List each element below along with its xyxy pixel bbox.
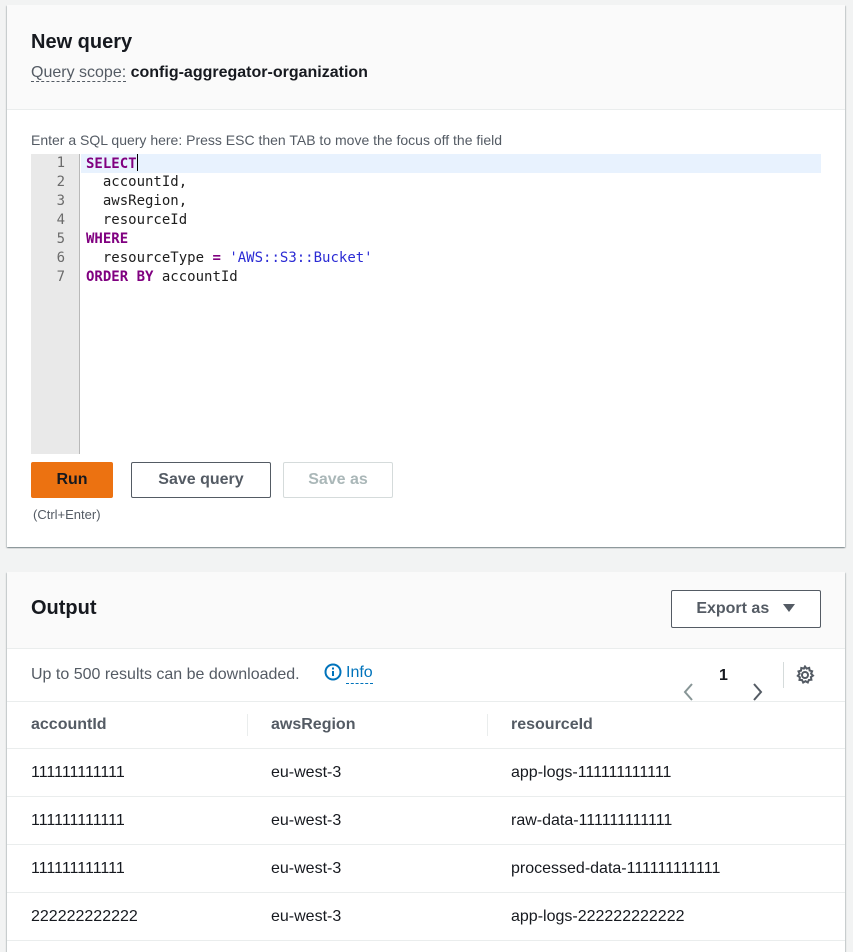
save-as-button: Save as (283, 462, 393, 498)
table-header-row: accountId awsRegion resourceId (7, 702, 845, 749)
gear-icon[interactable] (795, 665, 815, 685)
sql-keyword: SELECT (86, 156, 137, 172)
text-caret (136, 154, 138, 171)
code-line[interactable]: 2 accountId, (31, 173, 821, 192)
table-row: 111111111111 eu-west-3 raw-data-11111111… (7, 796, 845, 845)
query-scope-value: config-aggregator-organization (130, 64, 368, 81)
code-text: awsRegion, (86, 193, 188, 209)
code-text: accountId (153, 269, 238, 285)
run-button[interactable]: Run (31, 462, 113, 498)
download-limit-note: Up to 500 results can be downloaded. (31, 666, 300, 683)
query-panel: New query Query scope: config-aggregator… (7, 5, 845, 547)
sql-editor[interactable]: 1 SELECT 2 accountId, 3 awsRegion, 4 res… (31, 154, 821, 454)
sql-keyword: WHERE (86, 231, 129, 247)
cell-account-id: 111111111111 (7, 748, 247, 797)
cell-resource-id: raw-data-111111111111 (487, 796, 845, 845)
code-text: resourceId (86, 212, 188, 228)
line-number: 5 (56, 231, 65, 247)
code-line[interactable]: 6 resourceType = 'AWS::S3::Bucket' (31, 249, 821, 268)
table-row: 111111111111 eu-west-3 app-logs-11111111… (7, 748, 845, 797)
line-number: 4 (56, 212, 65, 228)
query-scope: Query scope: config-aggregator-organizat… (31, 64, 368, 82)
info-label: Info (346, 664, 373, 684)
cell-aws-region: eu-west-3 (247, 892, 487, 941)
current-page-number[interactable]: 1 (719, 667, 728, 685)
sql-string: 'AWS::S3::Bucket' (229, 250, 373, 266)
cell-resource-id: processed-data-111111111111 (487, 844, 845, 893)
code-line[interactable]: 1 SELECT (31, 154, 821, 173)
code-line[interactable]: 7 ORDER BY accountId (31, 268, 821, 287)
sql-operator: = (212, 250, 221, 266)
sql-keyword: ORDER BY (86, 269, 154, 285)
code-line[interactable]: 4 resourceId (31, 211, 821, 230)
info-icon (324, 663, 342, 681)
cell-resource-id: app-logs-111111111111 (487, 748, 845, 797)
export-as-button[interactable]: Export as (671, 590, 821, 628)
cell-account-id: 111111111111 (7, 796, 247, 845)
export-as-label: Export as (696, 600, 770, 617)
cell-aws-region: eu-west-3 (247, 844, 487, 893)
cell-account-id: 222222222222 (7, 892, 247, 941)
save-query-button[interactable]: Save query (131, 462, 271, 498)
code-line[interactable]: 3 awsRegion, (31, 192, 821, 211)
cell-account-id: 111111111111 (7, 844, 247, 893)
line-number: 7 (56, 269, 65, 285)
query-scope-label[interactable]: Query scope: (31, 64, 127, 82)
column-header-accountid: accountId (7, 702, 247, 749)
output-panel: Output Export as Up to 500 results can b… (7, 572, 845, 952)
code-line[interactable]: 5 WHERE (31, 230, 821, 249)
cell-aws-region: eu-west-3 (247, 796, 487, 845)
info-link[interactable]: Info (324, 663, 373, 684)
run-shortcut-hint: (Ctrl+Enter) (33, 507, 101, 522)
query-header: New query Query scope: config-aggregator… (7, 5, 845, 110)
results-table: accountId awsRegion resourceId 111111111… (7, 702, 845, 941)
line-number: 6 (56, 250, 65, 266)
code-text: resourceType (86, 250, 213, 266)
output-toolbar: Up to 500 results can be downloaded. Inf… (7, 649, 845, 702)
table-row: 222222222222 eu-west-3 app-logs-22222222… (7, 892, 845, 941)
code-text: accountId, (86, 174, 188, 190)
line-number: 2 (56, 174, 65, 190)
line-number: 1 (56, 155, 65, 171)
column-header-resourceid: resourceId (487, 702, 845, 749)
table-row: 111111111111 eu-west-3 processed-data-11… (7, 844, 845, 893)
line-number: 3 (56, 193, 65, 209)
column-header-awsregion: awsRegion (247, 702, 487, 749)
query-title: New query (31, 31, 133, 53)
cell-resource-id: app-logs-222222222222 (487, 892, 845, 941)
cell-aws-region: eu-west-3 (247, 748, 487, 797)
output-title: Output (31, 597, 97, 619)
caret-down-icon (782, 604, 795, 612)
output-header: Output Export as (7, 572, 845, 649)
pager-divider (783, 662, 784, 688)
editor-hint: Enter a SQL query here: Press ESC then T… (31, 132, 503, 148)
